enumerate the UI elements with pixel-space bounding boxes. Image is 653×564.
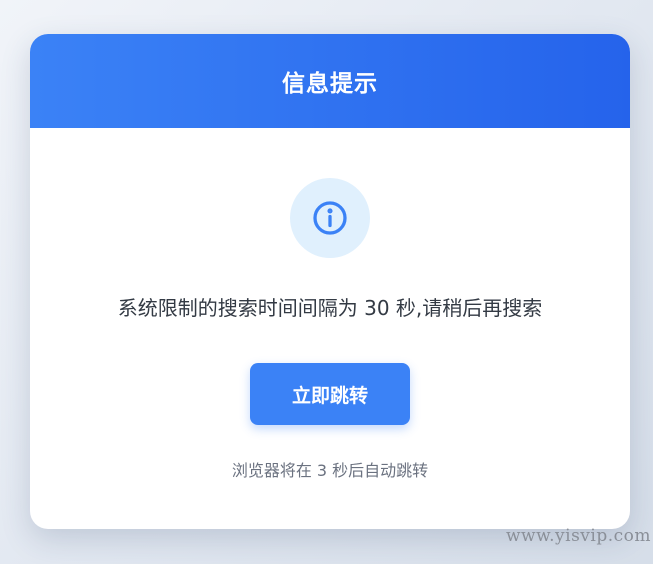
info-icon: [290, 178, 370, 258]
info-dialog: 信息提示 系统限制的搜索时间间隔为 30 秒,请稍后再搜索 立即跳转 浏览器将在…: [30, 34, 630, 529]
dialog-message: 系统限制的搜索时间间隔为 30 秒,请稍后再搜索: [117, 296, 543, 320]
watermark: www.yisvip.com: [505, 526, 651, 546]
jump-now-button[interactable]: 立即跳转: [250, 363, 410, 425]
dialog-header: 信息提示: [30, 34, 630, 128]
dialog-title: 信息提示: [282, 71, 378, 97]
countdown-text: 浏览器将在 3 秒后自动跳转: [231, 461, 429, 480]
